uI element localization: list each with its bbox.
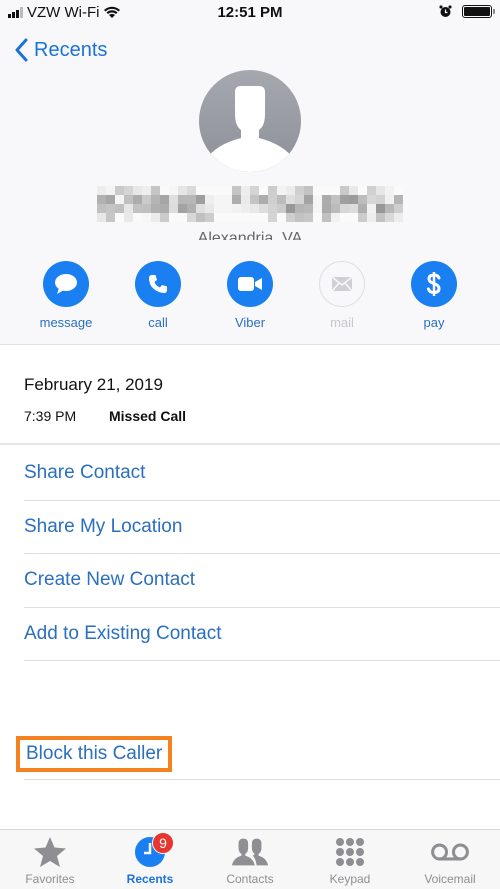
message-bubble-icon [55,274,77,294]
call-button[interactable]: call [114,261,202,330]
tab-keypad[interactable]: Keypad [300,830,400,889]
status-bar: VZW Wi-Fi 12:51 PM [0,0,500,26]
phone-icon [149,275,167,293]
call-log-entry: February 21, 2019 7:39 PM Missed Call [0,345,500,445]
create-contact-option[interactable]: Create New Contact [24,554,500,608]
voicemail-icon [431,843,469,861]
message-label: message [39,315,93,330]
call-time: 7:39 PM [24,408,77,424]
contact-location: Alexandria, VA [197,230,303,240]
call-date: February 21, 2019 [24,375,163,394]
tab-voicemail[interactable]: Voicemail [400,830,500,889]
action-buttons: message call Viber mail pay [22,261,478,330]
share-location-option[interactable]: Share My Location [24,501,500,554]
contact-options-list: Share Contact Share My Location Create N… [0,447,500,661]
add-existing-contact-option[interactable]: Add to Existing Contact [24,608,500,661]
keypad-icon [336,838,364,866]
recents-badge: 9 [152,832,174,854]
tab-label: Voicemail [424,872,476,886]
back-button[interactable]: Recents [14,38,107,62]
block-caller-row: Block this Caller [16,728,500,780]
pay-button[interactable]: pay [390,261,478,330]
chevron-left-icon [15,38,28,62]
viber-button[interactable]: Viber [206,261,294,330]
viber-label: Viber [234,315,266,330]
mail-label: mail [330,315,354,330]
tab-favorites[interactable]: Favorites [0,830,100,889]
dollar-icon [427,272,441,296]
option-label: Add to Existing Contact [24,622,222,644]
share-contact-option[interactable]: Share Contact [24,447,500,501]
person-silhouette-icon [205,86,295,172]
block-caller-button[interactable]: Block this Caller [16,736,173,772]
status-time: 12:51 PM [217,4,283,21]
video-camera-icon [238,277,262,291]
message-button[interactable]: message [22,261,110,330]
call-label: call [148,315,168,330]
tab-label: Recents [126,872,174,886]
tab-label: Favorites [25,872,75,886]
envelope-icon [331,276,353,292]
pay-label: pay [423,315,445,330]
contact-header: VZW Wi-Fi 12:51 PM Recents Alexandria, V… [0,0,500,345]
option-label: Create New Contact [24,569,196,591]
contacts-icon [231,838,269,866]
avatar [199,70,301,172]
tab-label: Contacts [226,872,274,886]
call-type: Missed Call [109,408,187,424]
alarm-icon [439,5,452,17]
tab-label: Keypad [329,872,371,886]
option-label: Share My Location [24,515,183,537]
tab-recents[interactable]: 9 Recents [100,830,200,889]
tab-bar: Favorites 9 Recents Contacts Keypad Voic… [0,829,500,889]
option-label: Share Contact [24,462,146,484]
mail-button[interactable]: mail [298,261,386,330]
contact-detail-screen: VZW Wi-Fi 12:51 PM Recents Alexandria, V… [0,0,500,889]
tab-contacts[interactable]: Contacts [200,830,300,889]
back-label: Recents [34,38,108,61]
battery-icon [462,5,495,18]
contact-name-redacted [97,186,403,222]
star-icon [34,837,66,867]
